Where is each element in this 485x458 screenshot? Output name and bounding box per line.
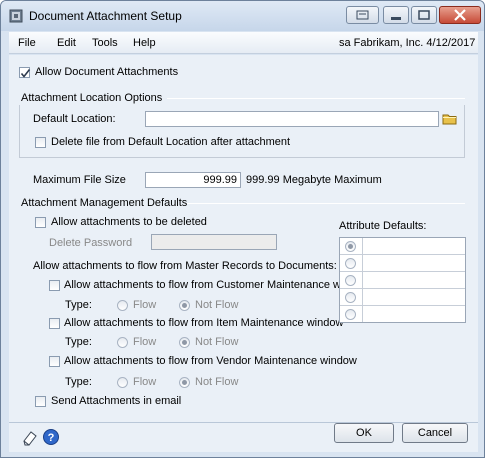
location-options-divider xyxy=(167,98,465,99)
customer-flow-label: Allow attachments to flow from Customer … xyxy=(64,279,370,291)
window-title: Document Attachment Setup xyxy=(29,9,182,23)
attribute-defaults-table xyxy=(339,237,466,323)
send-window-button[interactable] xyxy=(346,6,379,24)
customer-not-flow-radio-label: Not Flow xyxy=(195,299,239,311)
attribute-default-row[interactable] xyxy=(340,238,465,255)
management-defaults-heading: Attachment Management Defaults xyxy=(21,197,188,209)
maximize-icon xyxy=(418,10,430,20)
menu-edit[interactable]: Edit xyxy=(57,37,76,50)
allow-delete-label: Allow attachments to be deleted xyxy=(51,216,207,228)
cancel-button[interactable]: Cancel xyxy=(402,423,468,443)
row-divider xyxy=(362,289,363,306)
item-type-label: Type: xyxy=(65,336,92,348)
vendor-type-label: Type: xyxy=(65,376,92,388)
attribute-default-row[interactable] xyxy=(340,255,465,272)
attribute-default-radio[interactable] xyxy=(345,292,356,303)
minimize-button[interactable] xyxy=(383,6,409,24)
svg-text:?: ? xyxy=(48,432,55,444)
vendor-flow-checkbox[interactable] xyxy=(49,356,60,367)
max-file-size-label: Maximum File Size xyxy=(33,174,126,186)
item-flow-radio[interactable] xyxy=(117,337,128,348)
vendor-flow-radio-label: Flow xyxy=(133,376,157,388)
attribute-default-row[interactable] xyxy=(340,306,465,322)
help-icon: ? xyxy=(43,429,59,445)
row-divider xyxy=(362,272,363,289)
allow-document-attachments-checkbox[interactable] xyxy=(19,67,31,78)
item-flow-label: Allow attachments to flow from Item Main… xyxy=(64,317,344,329)
row-divider xyxy=(362,255,363,272)
max-file-size-hint: 999.99 Megabyte Maximum xyxy=(246,174,382,186)
attribute-default-radio[interactable] xyxy=(345,241,356,252)
attribute-default-radio[interactable] xyxy=(345,309,356,320)
vendor-flow-radio[interactable] xyxy=(117,377,128,388)
note-icon xyxy=(23,431,37,446)
company-user-date: sa Fabrikam, Inc. 4/12/2017 xyxy=(339,37,476,49)
row-divider xyxy=(362,306,363,322)
attribute-defaults-label: Attribute Defaults: xyxy=(339,220,427,232)
attribute-default-radio[interactable] xyxy=(345,258,356,269)
close-icon xyxy=(454,9,466,21)
minimize-icon xyxy=(391,17,401,20)
maximize-button[interactable] xyxy=(411,6,437,24)
menu-help[interactable]: Help xyxy=(133,37,156,50)
management-defaults-divider xyxy=(187,203,465,204)
window-send-icon xyxy=(356,10,369,20)
vendor-not-flow-radio-label: Not Flow xyxy=(195,376,239,388)
attribute-default-radio[interactable] xyxy=(345,275,356,286)
customer-flow-radio[interactable] xyxy=(117,300,128,311)
customer-not-flow-radio[interactable] xyxy=(179,300,190,311)
form-body: Allow Document Attachments Attachment Lo… xyxy=(9,55,478,422)
document-attachment-setup-window: Document Attachment Setup File Edit Tool… xyxy=(0,0,485,458)
allow-delete-checkbox[interactable] xyxy=(35,217,46,228)
customer-type-label: Type: xyxy=(65,299,92,311)
item-flow-radio-label: Flow xyxy=(133,336,157,348)
flow-heading: Allow attachments to flow from Master Re… xyxy=(33,260,337,272)
menu-file[interactable]: File xyxy=(18,37,36,50)
note-button[interactable] xyxy=(21,429,39,447)
menu-tools[interactable]: Tools xyxy=(92,37,118,50)
item-flow-checkbox[interactable] xyxy=(49,318,60,329)
menu-bar: File Edit Tools Help sa Fabrikam, Inc. 4… xyxy=(9,32,478,54)
item-not-flow-radio[interactable] xyxy=(179,337,190,348)
attribute-default-row[interactable] xyxy=(340,272,465,289)
customer-flow-checkbox[interactable] xyxy=(49,280,60,291)
item-not-flow-radio-label: Not Flow xyxy=(195,336,239,348)
row-divider xyxy=(362,238,363,255)
delete-password-label: Delete Password xyxy=(49,237,133,249)
allow-document-attachments-label: Allow Document Attachments xyxy=(35,66,179,78)
send-attachments-email-checkbox[interactable] xyxy=(35,396,46,407)
vendor-not-flow-radio[interactable] xyxy=(179,377,190,388)
button-bar: ? OK Cancel xyxy=(9,422,478,452)
checkmark-icon xyxy=(20,69,31,78)
title-bar: Document Attachment Setup xyxy=(1,1,484,31)
help-button[interactable]: ? xyxy=(42,428,60,446)
window-app-icon xyxy=(9,9,23,23)
location-options-heading: Attachment Location Options xyxy=(21,92,163,104)
send-attachments-email-label: Send Attachments in email xyxy=(51,395,182,407)
location-options-group xyxy=(19,105,465,158)
attribute-default-row[interactable] xyxy=(340,289,465,306)
close-button[interactable] xyxy=(439,6,481,24)
max-file-size-input[interactable]: 999.99 xyxy=(145,172,241,188)
delete-password-input[interactable] xyxy=(151,234,277,250)
ok-button[interactable]: OK xyxy=(334,423,394,443)
vendor-flow-label: Allow attachments to flow from Vendor Ma… xyxy=(64,355,357,367)
customer-flow-radio-label: Flow xyxy=(133,299,157,311)
